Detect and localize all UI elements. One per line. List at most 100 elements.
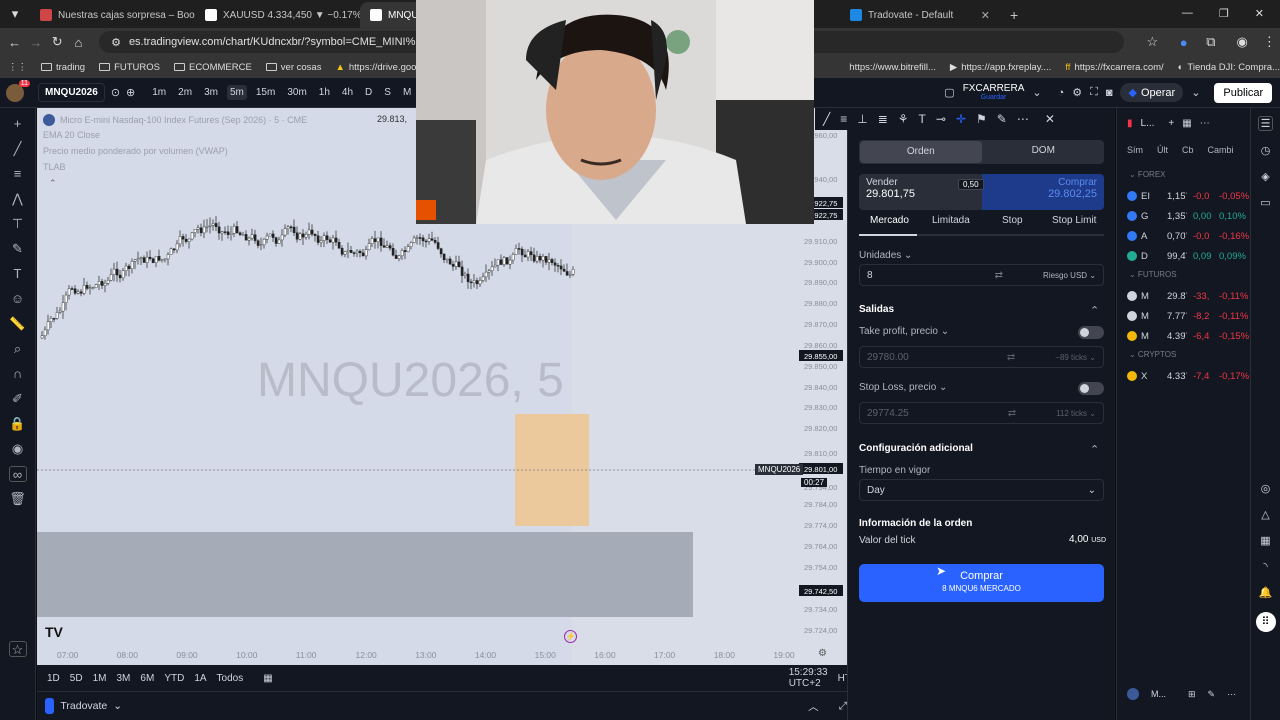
buy-quote-button[interactable]: Comprar 29.802,25 [981, 174, 1104, 210]
reload-icon[interactable]: ↻ [47, 34, 68, 50]
close-icon[interactable]: ✕ [981, 9, 990, 22]
tf-s[interactable]: S [381, 85, 394, 100]
col-change[interactable]: Cb [1182, 145, 1194, 155]
tab-list-icon[interactable]: ▾ [4, 6, 26, 22]
bookmark-bitrefill[interactable]: https://www.bitrefill... [849, 62, 936, 73]
collapse-icon[interactable]: ⌃ [1090, 443, 1099, 456]
text-tool-icon[interactable]: T [919, 112, 926, 126]
risk-selector[interactable]: Riesgo USD ⌄ [1043, 271, 1096, 280]
user-avatar[interactable]: 11 [6, 79, 30, 102]
collapse-legend-icon[interactable]: ⌃ [49, 178, 57, 189]
exits-header[interactable]: Salidas [859, 304, 894, 315]
sl-ticks[interactable]: 112 ticks ⌄ [1056, 409, 1096, 418]
watchlist-icon[interactable]: ☰ [1257, 116, 1274, 131]
hline-tool-icon[interactable]: ≡ [840, 112, 847, 126]
dash-tool-icon[interactable]: ⊸ [936, 112, 946, 126]
range-5d[interactable]: 5D [70, 673, 83, 684]
minimize-icon[interactable]: — [1182, 7, 1193, 20]
apps-grid-icon[interactable]: ⠿ [1255, 612, 1276, 632]
pencil-lock-icon[interactable]: ✐ [9, 391, 27, 407]
trendline-icon[interactable]: ╱ [9, 141, 27, 157]
favorites-star-icon[interactable]: ☆ [8, 641, 27, 657]
order-type-stop[interactable]: Stop [1002, 215, 1023, 226]
bookmark-fxcarrera[interactable]: ff https://fxcarrera.com/ [1065, 62, 1163, 73]
col-symbol[interactable]: Sím [1127, 145, 1143, 155]
watchlist-group-header[interactable]: ⌄ FOREX [1129, 170, 1165, 179]
layout-icon[interactable]: ▢ [944, 86, 954, 99]
fullscreen-icon[interactable]: ⛶ [1090, 86, 1098, 99]
tf-2m[interactable]: 2m [175, 85, 195, 100]
indicator-vwap[interactable]: Precio medio ponderado por volumen (VWAP… [43, 146, 228, 156]
col-last[interactable]: Últ [1157, 145, 1168, 155]
more-tools-icon[interactable]: ⋯ [1017, 112, 1029, 126]
pattern-icon[interactable]: ⋀ [9, 191, 27, 207]
bookmark-fxreplay[interactable]: ▶ https://app.fxreplay.... [950, 62, 1051, 73]
tf-5m[interactable]: 5m [226, 85, 247, 100]
channel-tool-icon[interactable]: ⊥ [857, 112, 867, 126]
watchlist-row[interactable]: M 29.8̈ -33, -0,11% [1117, 286, 1251, 306]
trash-icon[interactable]: 🗑 [9, 491, 27, 507]
bookmark-star-icon[interactable]: ☆ [1142, 34, 1163, 50]
edit-icon[interactable]: ✎ [1208, 689, 1216, 700]
range-6m[interactable]: 6M [140, 673, 154, 684]
eye-icon[interactable]: ◉ [9, 441, 27, 457]
calendar-icon[interactable]: ▦ [1260, 534, 1270, 547]
col-change-pct[interactable]: Cambi [1208, 145, 1234, 155]
watchlist-row[interactable]: M 7.77̈ -8,2 -0,11% [1117, 306, 1251, 326]
triangle-icon[interactable]: △ [1261, 508, 1269, 521]
watchlist-row[interactable]: X 4.33̈ -7,4 -0,17% [1117, 366, 1251, 386]
range-ytd[interactable]: YTD [164, 673, 184, 684]
watchlist-group-header[interactable]: ⌄ CRYPTOS [1129, 350, 1176, 359]
symbol-search[interactable]: MNQU2026 [38, 83, 105, 102]
config-header[interactable]: Configuración adicional [859, 443, 973, 454]
apps-icon[interactable]: ⋮⋮ [8, 62, 27, 73]
publicar-button[interactable]: Publicar [1214, 82, 1273, 103]
operar-dropdown-icon[interactable]: ⌄ [1191, 86, 1200, 99]
tif-select[interactable]: Day ⌄ [859, 479, 1104, 501]
order-type-market[interactable]: Mercado [870, 215, 909, 226]
range-1d[interactable]: 1D [47, 673, 60, 684]
tf-1h[interactable]: 1h [316, 85, 333, 100]
browser-tab-1[interactable]: Nuestras cajas sorpresa – Book✕ [30, 2, 195, 28]
line-tool-icon[interactable]: ╱ [823, 112, 830, 126]
lightning-icon[interactable]: ⚡ [564, 630, 577, 643]
rss-icon[interactable]: ◝ [1263, 560, 1267, 573]
bookmark-ver-cosas[interactable]: ver cosas [265, 62, 321, 73]
swap-icon[interactable]: ⇄ [1007, 352, 1015, 363]
tf-4h[interactable]: 4h [339, 85, 356, 100]
footer-symbol[interactable]: M... [1151, 689, 1166, 699]
extension-icon[interactable]: ● [1173, 35, 1194, 50]
buy-submit-button[interactable]: Comprar 8 MNQU6 MERCADO [859, 564, 1104, 602]
maximize-panel-icon[interactable]: ⤢ [839, 700, 847, 713]
lock-icon[interactable]: 🔒 [9, 416, 27, 432]
extensions-puzzle-icon[interactable]: ⧉ [1200, 34, 1221, 50]
brush-tool-icon[interactable]: ✎ [997, 112, 1007, 126]
collapse-icon[interactable]: ⌃ [1090, 304, 1099, 317]
clock-text[interactable]: 15:29:33 UTC+2 [789, 667, 828, 689]
units-input[interactable]: 8 ⇄ Riesgo USD ⌄ [859, 264, 1104, 286]
settings-icon[interactable]: ⚙ [818, 648, 827, 659]
restore-icon[interactable]: ❐ [1219, 7, 1229, 20]
target-icon[interactable]: ◎ [1261, 482, 1271, 495]
browser-tab-2[interactable]: XAUUSD 4.334,450 ▼ −0.17% · [195, 2, 360, 28]
more-icon[interactable]: ⋯ [1227, 689, 1236, 700]
text-icon[interactable]: T [9, 266, 27, 282]
tab-dom[interactable]: DOM [983, 140, 1105, 164]
swap-icon[interactable]: ⇄ [995, 270, 1003, 281]
home-icon[interactable]: ⌂ [68, 35, 89, 50]
watchlist-row[interactable]: A 0,70̈ -0,0 -0,16% [1117, 226, 1251, 246]
units-label[interactable]: Unidades ⌄ [859, 250, 912, 261]
table-icon[interactable]: ▦ [1182, 118, 1191, 129]
swap-icon[interactable]: ⇄ [1008, 408, 1016, 419]
brush-icon[interactable]: ✎ [9, 241, 27, 257]
fib-tool-icon[interactable]: ≣ [878, 112, 888, 126]
tf-15m[interactable]: 15m [253, 85, 278, 100]
bookmark-trading[interactable]: trading [41, 62, 85, 73]
tf-3m[interactable]: 3m [201, 85, 221, 100]
watchlist-row[interactable]: EІ 1,15̈ -0,0 -0,05% [1117, 186, 1251, 206]
tp-toggle[interactable] [1078, 326, 1104, 339]
collapse-panel-icon[interactable]: ︿ [808, 699, 819, 714]
watchlist-title[interactable]: L... [1141, 118, 1155, 129]
tp-label[interactable]: Take profit, precio ⌄ [859, 326, 949, 337]
emoji-icon[interactable]: ☺ [9, 291, 27, 307]
